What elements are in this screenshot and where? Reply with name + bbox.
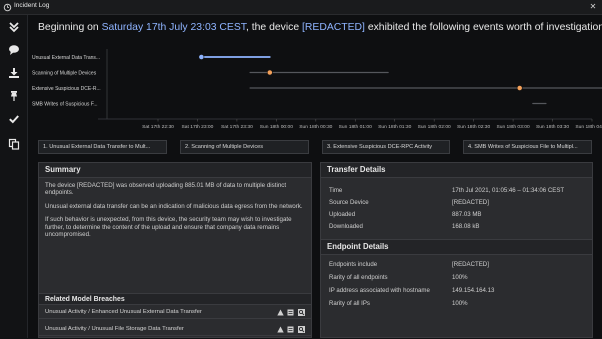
transfer-value: 168.08 kB: [452, 223, 480, 230]
endpoint-key: IP address associated with hostname: [329, 287, 430, 294]
x-tick-label: Sun 18th 02:00: [418, 124, 451, 130]
tab-event-3[interactable]: 3. Extensive Suspicious DCE-RPC Activity: [322, 140, 450, 154]
event-row-label: Extensive Suspicious DCE-R...: [32, 86, 101, 92]
x-tick-label: Sun 18th 03:00: [496, 124, 529, 130]
transfer-row: Downloaded 168.08 kB: [321, 221, 592, 233]
collapse-button[interactable]: [4, 17, 24, 37]
event-row-label: Unusual External Data Trans...: [32, 55, 100, 61]
endpoint-key: Endpoints include: [329, 261, 378, 268]
x-tick-label: Sat 17th 23:30: [221, 124, 253, 130]
double-chevron-down-icon: [9, 22, 19, 33]
search-icon[interactable]: [298, 309, 305, 316]
speech-bubble-icon: [9, 45, 19, 55]
event-row-label: SMB Writes of Suspicious F...: [32, 102, 97, 108]
endpoint-row: Endpoints include [REDACTED]: [321, 259, 592, 271]
heading-suffix: exhibited the following events worth of …: [364, 22, 602, 33]
comment-button[interactable]: [4, 40, 24, 60]
title-bar: Incident Log ✕: [0, 0, 602, 15]
endpoint-details-title: Endpoint Details: [321, 239, 592, 255]
transfer-value: [REDACTED]: [452, 199, 489, 206]
related-breaches-title: Related Model Breaches: [39, 293, 311, 305]
x-tick-label: Sat 17th 22:30: [142, 124, 174, 130]
endpoint-value: 100%: [452, 274, 468, 281]
endpoint-value: 100%: [452, 300, 468, 307]
event-row-label: Scanning of Multiple Devices: [32, 71, 97, 77]
transfer-row: Uploaded 887.03 MB: [321, 209, 592, 221]
transfer-key: Downloaded: [329, 223, 363, 230]
heading-date: Saturday 17th July 23:03 CEST: [101, 22, 246, 33]
copy-icon: [8, 138, 20, 150]
breach-label: Unusual Activity / Enhanced Unusual Exte…: [45, 309, 202, 315]
breach-actions: [275, 326, 305, 333]
download-button[interactable]: [4, 63, 24, 83]
x-tick-label: Sun 18th 00:30: [299, 124, 332, 130]
endpoint-key: Rarity of all IPs: [329, 300, 370, 307]
summary-panel: Summary The device [REDACTED] was observ…: [38, 162, 312, 338]
page-heading: Beginning on Saturday 17th July 23:03 CE…: [38, 22, 602, 33]
endpoint-value: [REDACTED]: [452, 261, 489, 268]
transfer-details-title: Transfer Details: [321, 163, 592, 178]
breach-actions: [275, 309, 305, 316]
endpoint-row: Rarity of all endpoints 100%: [321, 272, 592, 284]
event-marker[interactable]: [198, 54, 205, 60]
summary-title: Summary: [39, 163, 311, 178]
timeline-chart: Sat 17th 22:30 Sat 17th 23:00 Sat 17th 23:…: [32, 49, 602, 130]
window-title: Incident Log: [14, 2, 50, 9]
endpoint-value: 149.154.164.13: [452, 287, 495, 294]
list-icon[interactable]: [287, 326, 294, 333]
pin-button[interactable]: [4, 86, 24, 106]
endpoint-key: Rarity of all endpoints: [329, 274, 388, 281]
tab-event-1[interactable]: 1. Unusual External Data Transfer to Mul…: [38, 140, 167, 154]
details-panel: Transfer Details Time 17th Jul 2021, 01:0…: [320, 162, 593, 338]
main-content: Beginning on Saturday 17th July 23:03 CE…: [28, 15, 602, 338]
copy-button[interactable]: [4, 134, 24, 154]
x-tick-label: Sat 17th 23:00: [182, 124, 214, 130]
x-tick-label: Sun 18th 01:30: [378, 124, 411, 130]
event-tabs: 1. Unusual External Data Transfer to Mul…: [38, 140, 598, 154]
breach-row[interactable]: Unusual Activity / Unusual File Storage …: [39, 323, 311, 336]
summary-paragraph: The device [REDACTED] was observed uploa…: [45, 182, 287, 197]
transfer-row: Source Device [REDACTED]: [321, 197, 592, 209]
heading-prefix: Beginning on: [38, 22, 102, 33]
acknowledge-button[interactable]: [4, 109, 24, 129]
endpoint-row: IP address associated with hostname 149.1…: [321, 285, 592, 297]
x-tick-label: Sun 18th 00:00: [260, 124, 293, 130]
transfer-value: 17th Jul 2021, 01:05:46 – 01:34:06 CEST: [452, 187, 565, 194]
event-timeline: Sat 17th 22:30 Sat 17th 23:00 Sat 17th 23:…: [28, 46, 602, 143]
close-icon[interactable]: ✕: [588, 2, 598, 12]
summary-paragraph: Unusual external data transfer can be an…: [45, 202, 303, 210]
transfer-value: 887.03 MB: [452, 211, 482, 218]
download-icon: [9, 68, 19, 78]
transfer-key: Uploaded: [329, 211, 356, 218]
warning-icon[interactable]: [277, 309, 284, 316]
x-tick-label: Sun 18th 02:30: [457, 124, 490, 130]
endpoint-section: Endpoint Details: [321, 239, 592, 255]
breach-row[interactable]: Unusual Activity / Enhanced Unusual Exte…: [39, 306, 311, 319]
x-tick-label: Sun 18th 01:00: [339, 124, 372, 130]
transfer-key: Time: [329, 187, 343, 194]
tab-event-2[interactable]: 2. Scanning of Multiple Devices: [180, 140, 309, 154]
transfer-row: Time 17th Jul 2021, 01:05:46 – 01:34:06 C…: [321, 185, 592, 197]
app-icon: [3, 3, 12, 12]
heading-middle: , the device: [245, 22, 302, 33]
x-tick-label: Sun 18th 04:00: [575, 124, 602, 130]
x-tick-label: Sun 18th 03:30: [536, 124, 569, 130]
transfer-key: Source Device: [329, 199, 369, 206]
breach-label: Unusual Activity / Unusual File Storage …: [45, 326, 184, 332]
search-icon[interactable]: [298, 326, 305, 333]
sidebar: [0, 15, 28, 338]
event-marker[interactable]: [516, 85, 523, 91]
pin-icon: [11, 91, 17, 101]
list-icon[interactable]: [287, 309, 294, 316]
endpoint-row: Rarity of all IPs 100%: [321, 298, 592, 310]
event-marker[interactable]: [266, 69, 273, 76]
warning-icon[interactable]: [277, 326, 284, 333]
tab-event-4[interactable]: 4. SMB Writes of Suspicious File to Mult…: [463, 140, 592, 154]
summary-paragraph: If such behavior is unexpected, from thi…: [45, 216, 292, 239]
checkmark-icon: [9, 115, 19, 124]
summary-body: The device [REDACTED] was observed uploa…: [39, 178, 311, 238]
heading-device: [REDACTED]: [302, 22, 365, 33]
